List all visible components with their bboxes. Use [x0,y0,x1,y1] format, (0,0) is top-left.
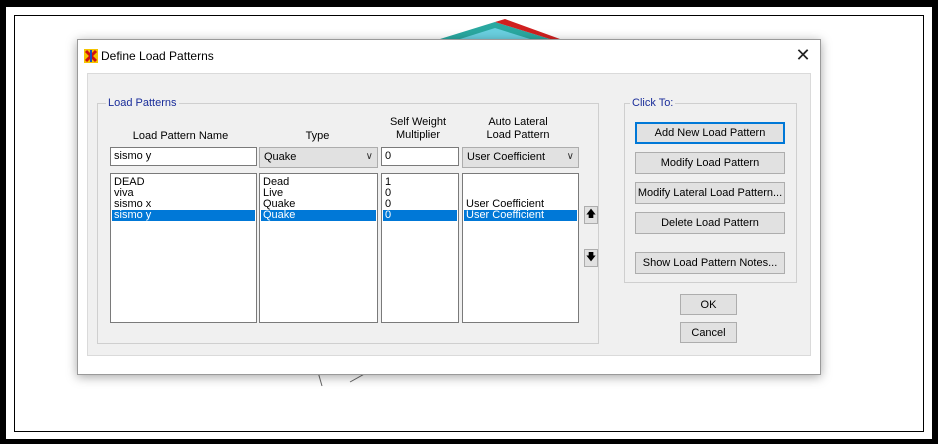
show-load-pattern-notes-button[interactable]: Show Load Pattern Notes... [635,252,785,274]
header-type: Type [305,130,330,142]
close-button[interactable]: ✕ [792,44,814,66]
delete-load-pattern-button[interactable]: Delete Load Pattern [635,212,785,234]
list-item[interactable] [464,177,577,188]
chevron-down-icon: ∨ [365,151,373,162]
frame-line-right [923,15,924,432]
header-auto-lateral-line2: Load Pattern [486,129,550,141]
load-pattern-name-list[interactable]: DEAD viva sismo x sismo y [110,173,257,323]
list-item-selected[interactable]: sismo y [112,210,255,221]
header-load-pattern-name: Load Pattern Name [132,130,229,142]
type-select[interactable]: Quake ∨ [259,147,378,168]
move-up-button[interactable]: 🡅 [584,206,598,224]
header-auto-lateral: Auto Lateral Load Pattern [460,116,576,142]
arrow-down-icon: 🡇 [585,252,597,263]
load-patterns-group: Load Patterns Load Pattern Name Type Sel… [97,97,599,344]
model-graphic [440,19,560,39]
header-self-weight-multiplier: Self Weight Multiplier [379,116,457,142]
dialog-title: Define Load Patterns [101,49,214,63]
cancel-button[interactable]: Cancel [680,322,737,343]
add-new-load-pattern-button[interactable]: Add New Load Pattern [635,122,785,144]
click-to-group: Click To: Add New Load Pattern Modify Lo… [624,97,797,283]
auto-lateral-list[interactable]: User Coefficient User Coefficient [462,173,579,323]
chevron-down-icon: ∨ [566,151,574,162]
arrow-up-icon: 🡅 [585,209,597,220]
load-patterns-legend: Load Patterns [106,97,179,109]
header-self-weight-line2: Multiplier [395,129,440,141]
header-self-weight-line1: Self Weight [389,116,447,128]
list-item[interactable]: 0 [383,188,457,199]
list-item[interactable]: 1 [383,177,457,188]
auto-lateral-select-value: User Coefficient [467,151,546,163]
ok-button[interactable]: OK [680,294,737,315]
list-item-selected[interactable]: User Coefficient [464,210,577,221]
dialog-client-area: Load Patterns Load Pattern Name Type Sel… [87,73,811,356]
header-auto-lateral-line1: Auto Lateral [488,116,548,128]
list-item-selected[interactable]: Quake [261,210,376,221]
frame-line-bottom [14,431,924,432]
click-to-legend: Click To: [630,97,676,109]
title-bar: Define Load Patterns ✕ [78,40,820,72]
auto-lateral-select[interactable]: User Coefficient ∨ [462,147,579,168]
modify-load-pattern-button[interactable]: Modify Load Pattern [635,152,785,174]
type-list[interactable]: Dead Live Quake Quake [259,173,378,323]
self-weight-multiplier-input[interactable]: 0 [381,147,459,166]
multiplier-list[interactable]: 1 0 0 0 [381,173,459,323]
type-select-value: Quake [264,151,297,163]
model-graphic-lines [317,372,369,387]
frame-line-left [14,15,15,432]
list-item[interactable]: 0 [383,199,457,210]
load-pattern-name-input[interactable]: sismo y [110,147,257,166]
list-item-selected[interactable]: 0 [383,210,457,221]
move-down-button[interactable]: 🡇 [584,249,598,267]
sap-logo-icon [84,49,98,63]
modify-lateral-load-pattern-button[interactable]: Modify Lateral Load Pattern... [635,182,785,204]
define-load-patterns-dialog: Define Load Patterns ✕ Load Patterns Loa… [77,39,821,375]
